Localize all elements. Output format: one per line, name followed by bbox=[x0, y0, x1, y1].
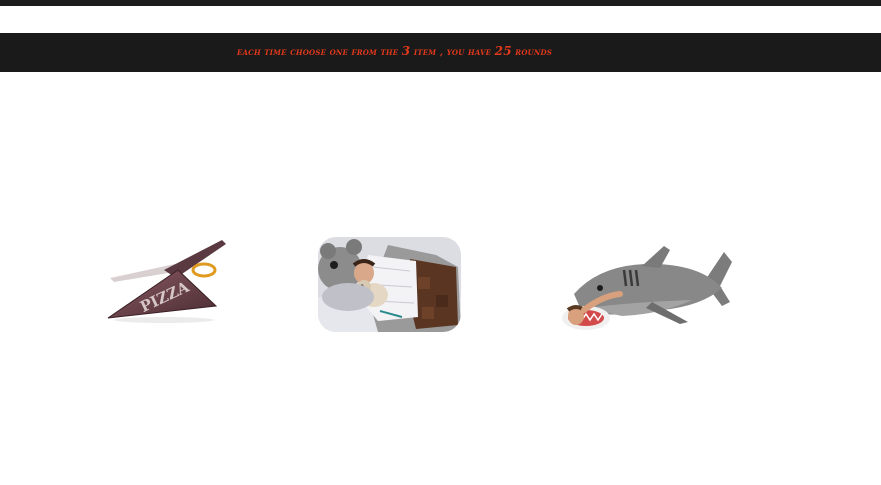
choice-item-shark-sleeping-bag[interactable] bbox=[562, 244, 734, 332]
choice-count: 3 bbox=[401, 44, 411, 58]
pizza-scissors-image: PIZZA bbox=[107, 240, 226, 323]
bear-sleeping-bag-image bbox=[318, 237, 461, 332]
choice-item-pizza-scissors[interactable]: PIZZA bbox=[104, 236, 228, 326]
instruction-suffix: rounds bbox=[515, 47, 553, 58]
shark-sleeping-bag-image bbox=[562, 246, 732, 330]
instruction-middle: item , you have bbox=[413, 47, 492, 58]
round-count: 25 bbox=[494, 44, 512, 58]
instruction-prefix: each time choose one from the bbox=[237, 47, 399, 58]
instruction-text: each time choose one from the 3 item , y… bbox=[237, 44, 552, 58]
top-strip bbox=[0, 0, 881, 6]
choice-item-bear-sleeping-bag[interactable] bbox=[318, 237, 461, 332]
